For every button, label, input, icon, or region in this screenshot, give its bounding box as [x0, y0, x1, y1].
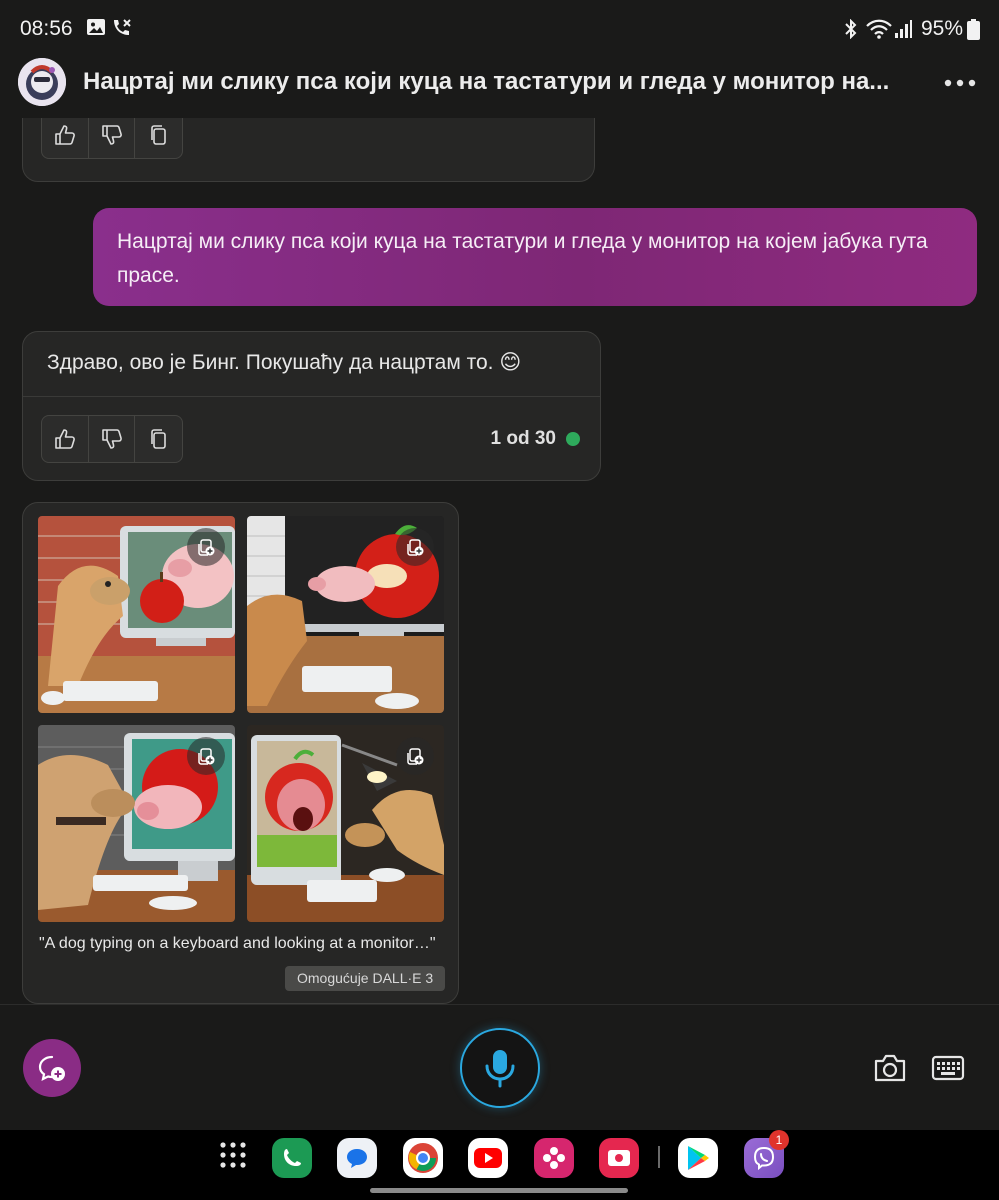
notification-badge: 1	[769, 1130, 789, 1150]
avatar[interactable]	[18, 58, 66, 106]
play-store-app-icon[interactable]	[678, 1138, 718, 1178]
dock-separator	[658, 1146, 660, 1168]
thumbs-up-icon	[55, 125, 75, 145]
thumbs-up-button[interactable]	[42, 118, 89, 158]
chat-header: Нацртај ми слику пса који куца на тастат…	[0, 58, 999, 120]
call-forwarding-icon	[114, 19, 131, 35]
generated-image-2[interactable]	[247, 516, 444, 713]
save-to-collection-icon[interactable]	[187, 737, 225, 775]
chat-thread[interactable]: Нацртај ми слику пса који куца на тастат…	[0, 118, 999, 1004]
battery-icon	[967, 19, 980, 40]
thumbs-down-button[interactable]	[89, 416, 136, 462]
thumbs-up-button[interactable]	[42, 416, 89, 462]
copy-icon	[150, 429, 166, 449]
keyboard-icon[interactable]	[931, 1054, 965, 1082]
gallery-icon	[87, 19, 105, 35]
wifi-icon	[866, 19, 892, 39]
camera-icon[interactable]	[873, 1052, 907, 1084]
bot-reply-text: Здраво, ово је Бинг. Покушаћу да нацртам…	[47, 351, 522, 374]
gallery-app-icon[interactable]	[534, 1138, 574, 1178]
copy-button[interactable]	[135, 416, 182, 462]
new-topic-button[interactable]	[23, 1039, 81, 1097]
more-options-icon[interactable]	[944, 78, 976, 88]
generated-image-4[interactable]	[247, 725, 444, 922]
chrome-app-icon[interactable]	[403, 1138, 443, 1178]
card-divider	[23, 396, 600, 397]
thumbs-down-icon	[101, 125, 122, 145]
page-title: Нацртај ми слику пса који куца на тастат…	[83, 68, 890, 95]
image-result-card: "A dog typing on a keyboard and looking …	[22, 502, 459, 1004]
copy-button[interactable]	[135, 118, 182, 158]
home-indicator[interactable]	[370, 1188, 628, 1193]
response-counter: 1 od 30	[490, 428, 556, 449]
save-to-collection-icon[interactable]	[187, 528, 225, 566]
new-topic-icon	[38, 1055, 65, 1081]
generated-image-1[interactable]	[38, 516, 235, 713]
apps-grid-icon[interactable]	[218, 1140, 248, 1170]
copy-icon	[150, 125, 166, 145]
feedback-buttons	[41, 118, 183, 159]
generated-image-3[interactable]	[38, 725, 235, 922]
app-dock: 1	[0, 1130, 999, 1200]
dalle-badge: Omogućuje DALL·E 3	[285, 966, 446, 991]
thumbs-down-button[interactable]	[89, 118, 136, 158]
youtube-app-icon[interactable]	[468, 1138, 508, 1178]
image-caption[interactable]: "A dog typing on a keyboard and looking …	[39, 935, 436, 953]
battery-percent: 95%	[920, 17, 963, 40]
save-to-collection-icon[interactable]	[396, 528, 434, 566]
microphone-icon	[485, 1050, 515, 1088]
status-time: 08:56	[20, 17, 73, 40]
thumbs-down-icon	[101, 429, 122, 449]
screen-recorder-app-icon[interactable]	[599, 1138, 639, 1178]
status-dot	[566, 432, 580, 446]
save-to-collection-icon[interactable]	[396, 737, 434, 775]
microphone-button[interactable]	[460, 1028, 540, 1108]
thumbs-up-icon	[55, 429, 75, 449]
input-divider	[0, 1004, 999, 1005]
bluetooth-icon	[845, 19, 857, 39]
signal-icon	[895, 20, 912, 38]
phone-app-icon[interactable]	[272, 1138, 312, 1178]
bot-reply-card: Здраво, ово је Бинг. Покушаћу да нацртам…	[22, 331, 601, 481]
previous-bot-message	[22, 118, 595, 182]
feedback-buttons	[41, 415, 183, 463]
user-message: Нацртај ми слику пса који куца на тастат…	[93, 208, 977, 306]
messages-app-icon[interactable]	[337, 1138, 377, 1178]
status-bar: 08:56 95%	[0, 0, 999, 58]
